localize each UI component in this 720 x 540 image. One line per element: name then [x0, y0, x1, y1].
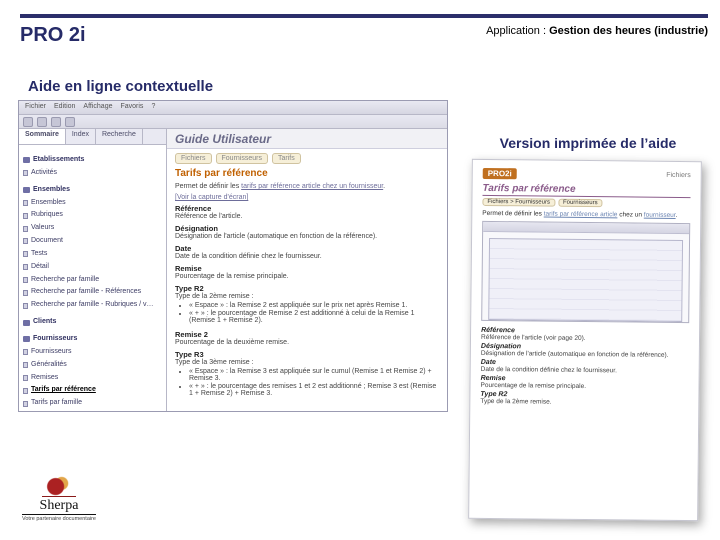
tab-recherche[interactable]: Recherche: [96, 129, 143, 144]
bullet: « Espace » : la Remise 3 est appliquée s…: [189, 368, 439, 382]
help-page-title: Tarifs par référence: [167, 166, 447, 181]
help-intro: Permet de définir les tarifs par référen…: [167, 181, 447, 194]
print-header-right: Fichiers: [666, 172, 691, 179]
field-name: Référence: [175, 204, 439, 213]
top-rule: [20, 14, 708, 18]
footer-brand: Sherpa: [22, 499, 96, 515]
screenshot-link[interactable]: [Voir la capture d'écran]: [167, 194, 447, 201]
tree-tabs: Sommaire Index Recherche: [19, 129, 166, 145]
tree-section[interactable]: Clients: [23, 317, 162, 328]
tree-item[interactable]: Activités: [23, 168, 162, 179]
tree-section[interactable]: Fournisseurs: [23, 334, 162, 345]
print-breadcrumb-item: Fichiers > Fournisseurs: [482, 198, 555, 207]
tree-section[interactable]: Ensembles: [23, 185, 162, 196]
tab-sommaire[interactable]: Sommaire: [19, 129, 66, 144]
help-window: Fichier Edition Affichage Favoris ? Somm…: [18, 100, 448, 412]
print-intro: Permet de définir les tarifs par référen…: [482, 210, 690, 219]
print-page-title: Tarifs par référence: [483, 183, 691, 198]
section-title: Aide en ligne contextuelle: [28, 78, 213, 95]
tree-item[interactable]: Détail: [23, 262, 162, 273]
book-icon: [23, 320, 30, 326]
book-icon: [23, 157, 30, 163]
print-logo: PRO2i: [483, 168, 517, 179]
intro-link[interactable]: tarifs par référence article chez un fou…: [241, 183, 383, 190]
book-icon: [23, 187, 30, 193]
tree-item[interactable]: Recherche par famille: [23, 275, 162, 286]
breadcrumb: Fichiers Fournisseurs Tarifs: [167, 149, 447, 166]
doc-icon: [23, 170, 28, 176]
toolbar-back-icon[interactable]: [23, 117, 33, 127]
tree-item-selected[interactable]: Tarifs par référence: [23, 385, 162, 396]
tab-index[interactable]: Index: [66, 129, 96, 144]
bullet: « + » : le pourcentage des remises 1 et …: [189, 383, 439, 397]
tree-item[interactable]: Rubriques: [23, 210, 162, 221]
help-content-pane: Guide Utilisateur Fichiers Fournisseurs …: [167, 129, 447, 411]
field-desc: Référence de l'article.: [175, 213, 439, 220]
toolbar-print-icon[interactable]: [65, 117, 75, 127]
application-line: Application : Gestion des heures (indust…: [486, 24, 708, 39]
guide-banner: Guide Utilisateur: [167, 129, 447, 149]
help-menubar: Fichier Edition Affichage Favoris ?: [19, 101, 447, 115]
tree-item[interactable]: Ensembles: [23, 198, 162, 209]
tree-item[interactable]: Document: [23, 236, 162, 247]
breadcrumb-item[interactable]: Fichiers: [175, 153, 212, 164]
print-screenshot-grid: [488, 238, 683, 322]
bullet: « + » : le pourcentage de Remise 2 est a…: [189, 310, 439, 324]
menu-item[interactable]: Edition: [54, 103, 75, 112]
tree-section[interactable]: Etablissements: [23, 155, 162, 166]
application-label: Application :: [486, 25, 549, 37]
toolbar-forward-icon[interactable]: [37, 117, 47, 127]
print-screenshot-toolbar: [483, 222, 689, 234]
breadcrumb-item[interactable]: Tarifs: [272, 153, 301, 164]
application-value: Gestion des heures (industrie): [549, 25, 708, 37]
bullet: « Espace » : la Remise 2 est appliquée s…: [189, 302, 439, 309]
menu-item[interactable]: ?: [151, 103, 155, 112]
tree-item[interactable]: Recherche par famille - Références: [23, 287, 162, 298]
menu-item[interactable]: Favoris: [120, 103, 143, 112]
tree-item[interactable]: Fournisseurs: [23, 347, 162, 358]
tree-item[interactable]: Recherche par famille - Rubriques / v…: [23, 300, 162, 311]
print-breadcrumb: Fichiers > Fournisseurs Fournisseurs: [482, 198, 690, 208]
menu-item[interactable]: Affichage: [83, 103, 112, 112]
print-breadcrumb-item: Fournisseurs: [558, 199, 603, 207]
tree-item[interactable]: Remises: [23, 373, 162, 384]
tree-item[interactable]: Tarifs par famille: [23, 398, 162, 409]
sherpa-logo-icon: [42, 475, 76, 497]
toolbar-home-icon[interactable]: [51, 117, 61, 127]
book-icon: [23, 336, 30, 342]
footer-tagline: Votre partenaire documentaire: [22, 517, 96, 523]
help-tree-pane: Sommaire Index Recherche Etablissements …: [19, 129, 167, 411]
tree-item[interactable]: Généralités: [23, 360, 162, 371]
header: PRO 2i Application : Gestion des heures …: [20, 24, 708, 47]
footer-logo-block: Sherpa Votre partenaire documentaire: [22, 475, 96, 523]
tree-item[interactable]: Valeurs: [23, 223, 162, 234]
brand: PRO 2i: [20, 24, 86, 47]
menu-item[interactable]: Fichier: [25, 103, 46, 112]
print-screenshot: [481, 221, 690, 323]
breadcrumb-item[interactable]: Fournisseurs: [216, 153, 268, 164]
print-version-title: Version imprimée de l’aide: [478, 135, 698, 151]
help-toolbar: [19, 115, 447, 129]
print-page: PRO2i Fichiers Tarifs par référence Fich…: [468, 159, 702, 521]
tree-item[interactable]: Tests: [23, 249, 162, 260]
